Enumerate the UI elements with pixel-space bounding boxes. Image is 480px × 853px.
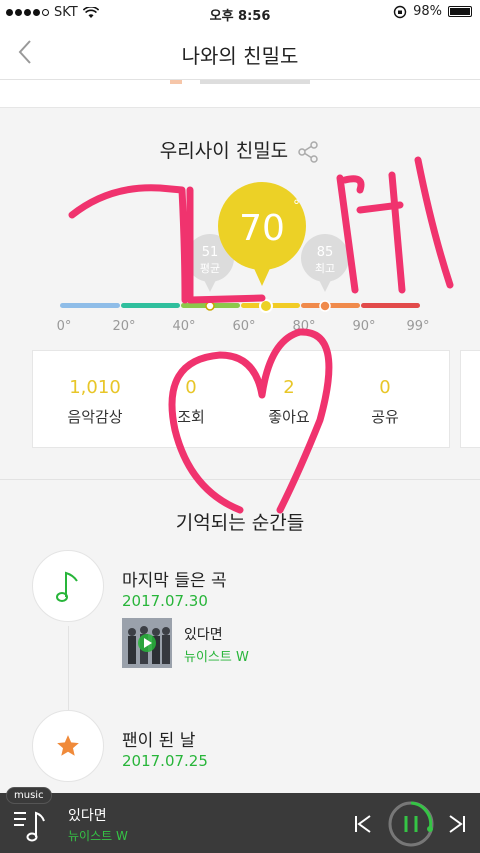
- scale-label: 80°: [292, 319, 315, 334]
- memory-title: 마지막 들은 곡: [122, 571, 227, 591]
- player-artist: 뉴이스트 W: [68, 829, 128, 843]
- next-icon[interactable]: [446, 813, 468, 835]
- score-unit: °: [293, 198, 300, 214]
- battery-icon: [448, 6, 472, 17]
- stat-label: 좋아요: [268, 408, 310, 426]
- music-note-icon: [32, 550, 104, 622]
- status-bar: SKT 오후 8:56 98%: [0, 0, 480, 26]
- memory-title: 팬이 된 날: [122, 731, 196, 751]
- playlist-icon[interactable]: [12, 807, 48, 843]
- song-title: 있다면: [184, 627, 223, 643]
- song-artist: 뉴이스트 W: [184, 650, 249, 665]
- max-marker: [319, 300, 331, 312]
- stat-listen[interactable]: 1,010 음악감상: [43, 351, 147, 449]
- scale-label: 90°: [352, 319, 375, 334]
- scale-label: 20°: [112, 319, 135, 334]
- stat-views[interactable]: 0 조회: [139, 351, 243, 449]
- rotation-lock-icon: [393, 5, 407, 18]
- memories-section-title: 기억되는 순간들: [175, 512, 305, 534]
- stat-value: 0: [379, 377, 391, 398]
- scale-label: 0°: [57, 319, 72, 334]
- stat-label: 조회: [177, 408, 205, 426]
- player-title: 있다면: [68, 808, 107, 824]
- max-label: 최고: [315, 262, 335, 275]
- stat-label: 공유: [371, 408, 399, 426]
- stat-value: 1,010: [69, 377, 121, 398]
- scale-labels: 0° 20° 40° 60° 80° 90° 99°: [57, 319, 430, 334]
- bar-segment: [60, 303, 120, 308]
- average-marker: [205, 301, 215, 311]
- scale-label: 99°: [406, 319, 429, 334]
- scale-label: 40°: [172, 319, 195, 334]
- battery-percent: 98%: [413, 4, 442, 19]
- mini-player[interactable]: music 있다면 뉴이스트 W: [0, 787, 480, 853]
- bar-segment: [361, 303, 420, 308]
- star-icon: [32, 710, 104, 782]
- pause-button[interactable]: [386, 799, 436, 849]
- timeline-line: [68, 626, 69, 716]
- memories-section: 기억되는 순간들 마지막 들은 곡 2017.07.30 있다면 뉴이스트 W …: [0, 480, 480, 793]
- stat-likes[interactable]: 2 좋아요: [237, 351, 341, 449]
- intimacy-bar: [60, 303, 420, 308]
- page-title: 나와의 친밀도: [181, 44, 299, 68]
- next-stats-panel-edge[interactable]: [460, 350, 480, 448]
- stat-shares[interactable]: 0 공유: [333, 351, 437, 449]
- average-label: 평균: [200, 262, 220, 275]
- previous-icon[interactable]: [352, 813, 374, 835]
- max-value: 85: [317, 245, 334, 260]
- score-bubble: 70 °: [218, 182, 306, 286]
- stat-value: 0: [185, 377, 197, 398]
- stats-panel: 1,010 음악감상 0 조회 2 좋아요 0 공유: [32, 350, 450, 448]
- stat-label: 음악감상: [67, 408, 123, 426]
- music-tag: music: [6, 787, 52, 804]
- scrolled-content-edge: [0, 80, 480, 108]
- memory-date: 2017.07.30: [122, 592, 208, 610]
- average-value: 51: [202, 245, 219, 260]
- scale-label: 60°: [232, 319, 255, 334]
- score-value: 70: [239, 208, 285, 249]
- max-bubble: 85 최고: [301, 234, 349, 292]
- stat-value: 2: [283, 377, 295, 398]
- navigation-bar: 나와의 친밀도: [0, 26, 480, 80]
- score-marker: [259, 299, 273, 313]
- intimacy-card: 우리사이 친밀도 51 평균 85 최고 70 ° 0° 20° 40° 60° 80°…: [0, 108, 480, 480]
- memory-date: 2017.07.25: [122, 752, 208, 770]
- bar-segment: [121, 303, 180, 308]
- album-thumbnail[interactable]: [122, 618, 172, 668]
